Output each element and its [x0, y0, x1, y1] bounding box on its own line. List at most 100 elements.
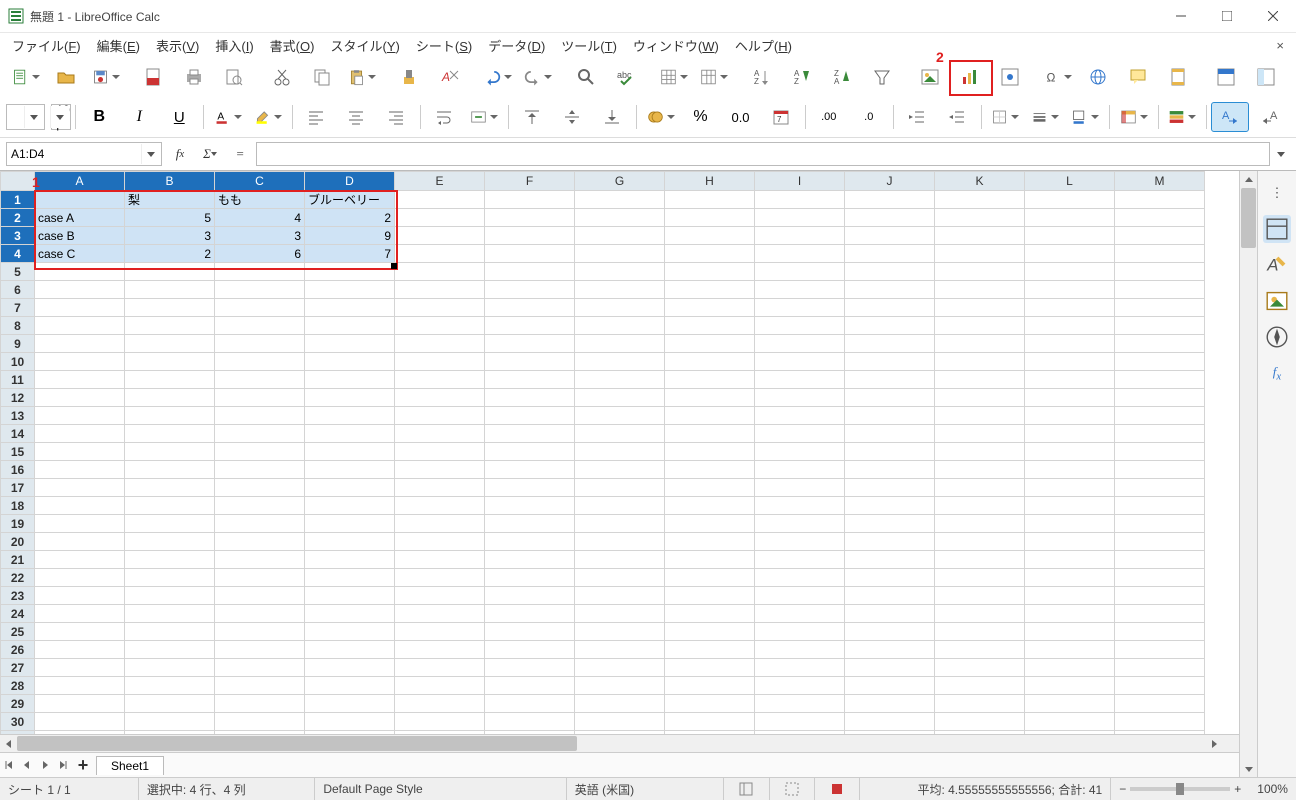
- cell-F13[interactable]: [485, 407, 575, 425]
- cell-C11[interactable]: [215, 371, 305, 389]
- cell-J12[interactable]: [845, 389, 935, 407]
- cell-G4[interactable]: [575, 245, 665, 263]
- cell-I23[interactable]: [755, 587, 845, 605]
- cell-J23[interactable]: [845, 587, 935, 605]
- cell-K16[interactable]: [935, 461, 1025, 479]
- cell-L6[interactable]: [1025, 281, 1115, 299]
- cell-B13[interactable]: [125, 407, 215, 425]
- cell-M28[interactable]: [1115, 677, 1205, 695]
- cell-G20[interactable]: [575, 533, 665, 551]
- menu-w[interactable]: ウィンドウ(W): [625, 34, 727, 57]
- cell-I5[interactable]: [755, 263, 845, 281]
- cell-I9[interactable]: [755, 335, 845, 353]
- spreadsheet-grid[interactable]: ABCDEFGHIJKLM1梨ももブルーベリー2case A5423case B…: [0, 171, 1239, 734]
- cell-L7[interactable]: [1025, 299, 1115, 317]
- col-header-C[interactable]: C: [215, 172, 305, 191]
- cell-D17[interactable]: [305, 479, 395, 497]
- menu-s[interactable]: シート(S): [408, 34, 480, 57]
- cell-E8[interactable]: [395, 317, 485, 335]
- cell-C23[interactable]: [215, 587, 305, 605]
- cell-A10[interactable]: [35, 353, 125, 371]
- cell-B29[interactable]: [125, 695, 215, 713]
- cell-B30[interactable]: [125, 713, 215, 731]
- cell-E22[interactable]: [395, 569, 485, 587]
- cell-E13[interactable]: [395, 407, 485, 425]
- cell-F20[interactable]: [485, 533, 575, 551]
- cell-L9[interactable]: [1025, 335, 1115, 353]
- bold-button[interactable]: B: [80, 102, 118, 132]
- freeze-button[interactable]: [1247, 62, 1285, 92]
- cell-F12[interactable]: [485, 389, 575, 407]
- export-pdf-button[interactable]: [135, 62, 173, 92]
- conditional-format-button[interactable]: [1163, 102, 1201, 132]
- col-header-E[interactable]: E: [395, 172, 485, 191]
- row-header-2[interactable]: 2: [1, 209, 35, 227]
- cell-G1[interactable]: [575, 191, 665, 209]
- zoom-out-button[interactable]: −: [1119, 782, 1126, 796]
- cell-F16[interactable]: [485, 461, 575, 479]
- cell-B28[interactable]: [125, 677, 215, 695]
- cell-F10[interactable]: [485, 353, 575, 371]
- sum-button[interactable]: Σ: [198, 143, 222, 165]
- col-header-J[interactable]: J: [845, 172, 935, 191]
- cell-A12[interactable]: [35, 389, 125, 407]
- cell-F28[interactable]: [485, 677, 575, 695]
- cell-F6[interactable]: [485, 281, 575, 299]
- insert-image-button[interactable]: [911, 62, 949, 92]
- align-right-button[interactable]: [377, 102, 415, 132]
- cell-A5[interactable]: [35, 263, 125, 281]
- cell-D14[interactable]: [305, 425, 395, 443]
- cell-I14[interactable]: [755, 425, 845, 443]
- cell-J19[interactable]: [845, 515, 935, 533]
- cell-I19[interactable]: [755, 515, 845, 533]
- cell-H22[interactable]: [665, 569, 755, 587]
- cell-J31[interactable]: [845, 731, 935, 735]
- cell-F17[interactable]: [485, 479, 575, 497]
- close-button[interactable]: [1250, 0, 1296, 32]
- cell-E21[interactable]: [395, 551, 485, 569]
- cell-D31[interactable]: [305, 731, 395, 735]
- cell-A11[interactable]: [35, 371, 125, 389]
- cell-A29[interactable]: [35, 695, 125, 713]
- cell-M13[interactable]: [1115, 407, 1205, 425]
- cell-I3[interactable]: [755, 227, 845, 245]
- cell-D5[interactable]: [305, 263, 395, 281]
- comment-button[interactable]: [1119, 62, 1157, 92]
- cell-H21[interactable]: [665, 551, 755, 569]
- cell-M22[interactable]: [1115, 569, 1205, 587]
- cell-A26[interactable]: [35, 641, 125, 659]
- cell-G30[interactable]: [575, 713, 665, 731]
- cell-G10[interactable]: [575, 353, 665, 371]
- cell-F2[interactable]: [485, 209, 575, 227]
- decrease-indent-button[interactable]: [938, 102, 976, 132]
- row-header-19[interactable]: 19: [1, 515, 35, 533]
- cell-K19[interactable]: [935, 515, 1025, 533]
- cell-A4[interactable]: case C: [35, 245, 125, 263]
- cell-L18[interactable]: [1025, 497, 1115, 515]
- close-doc-button[interactable]: ×: [1268, 36, 1292, 55]
- cell-B18[interactable]: [125, 497, 215, 515]
- cell-M15[interactable]: [1115, 443, 1205, 461]
- row-header-14[interactable]: 14: [1, 425, 35, 443]
- cell-H4[interactable]: [665, 245, 755, 263]
- cell-J21[interactable]: [845, 551, 935, 569]
- status-stats[interactable]: 平均: 4.55555555555556; 合計: 41: [860, 778, 1111, 800]
- cell-J14[interactable]: [845, 425, 935, 443]
- cell-F11[interactable]: [485, 371, 575, 389]
- cell-E25[interactable]: [395, 623, 485, 641]
- expand-formula-button[interactable]: [1272, 143, 1290, 165]
- cell-C8[interactable]: [215, 317, 305, 335]
- cell-D28[interactable]: [305, 677, 395, 695]
- cell-K24[interactable]: [935, 605, 1025, 623]
- cell-D19[interactable]: [305, 515, 395, 533]
- cell-D18[interactable]: [305, 497, 395, 515]
- cell-J9[interactable]: [845, 335, 935, 353]
- cell-M3[interactable]: [1115, 227, 1205, 245]
- font-name-combo[interactable]: [6, 104, 45, 130]
- cell-G14[interactable]: [575, 425, 665, 443]
- cell-F7[interactable]: [485, 299, 575, 317]
- remove-decimal-button[interactable]: .0: [850, 102, 888, 132]
- cell-L20[interactable]: [1025, 533, 1115, 551]
- cell-B2[interactable]: 5: [125, 209, 215, 227]
- cell-I18[interactable]: [755, 497, 845, 515]
